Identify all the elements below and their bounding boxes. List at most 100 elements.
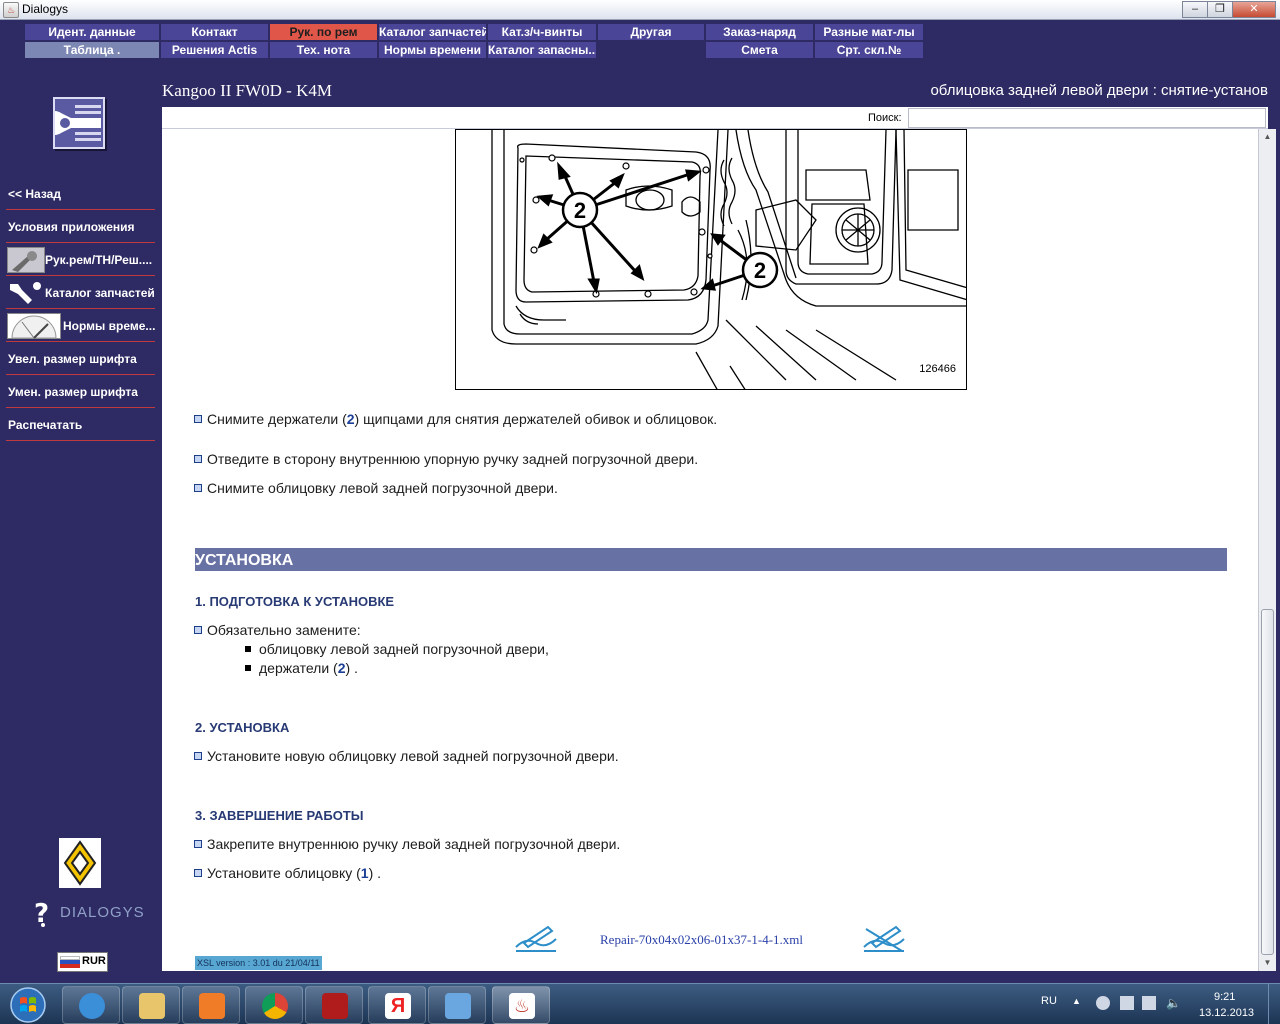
sidebar-font-bigger[interactable]: Увел. размер шрифта — [6, 343, 155, 375]
step-text: ) . — [368, 865, 382, 881]
sidebar-parts-catalog[interactable]: Каталог запчастей — [6, 277, 155, 309]
window-titlebar: ♨ Dialogys ‒ ❐ ✕ — [0, 0, 1280, 20]
sidebar-repair-manual[interactable]: Рук.рем/ТН/Реш.... — [6, 244, 155, 276]
sidebar-print[interactable]: Распечатать — [6, 409, 155, 441]
maximize-button[interactable]: ❐ — [1207, 1, 1233, 18]
brand-name: DIALOGYS — [60, 904, 145, 921]
figure-number: 126466 — [919, 363, 956, 375]
taskbar: Я ♨ RU ▲ 🔈 9:21 13.12.2013 — [0, 983, 1280, 1024]
sidebar-label: Нормы време... — [63, 319, 155, 333]
step-text: Закрепите внутреннюю ручку левой задней … — [207, 836, 621, 852]
menu-contact[interactable]: Контакт — [161, 24, 268, 40]
taskbar-java[interactable]: ♨ — [492, 986, 550, 1024]
sidebar-label: Каталог запчастей — [45, 286, 155, 300]
menu-work-order[interactable]: Заказ-наряд — [706, 24, 813, 40]
bullet-icon — [194, 869, 202, 877]
repair-thumb-icon — [7, 247, 45, 273]
bullet-icon — [194, 415, 202, 423]
sidebar-label: Рук.рем/ТН/Реш.... — [45, 253, 153, 267]
edit-pen-cancel-icon[interactable] — [862, 923, 906, 953]
source-file-name: Repair-70x04x02x06-01x37-1-4-1.xml — [600, 932, 804, 947]
callout-label: 2 — [754, 258, 766, 283]
steam-icon[interactable] — [1096, 996, 1110, 1010]
edit-pen-icon[interactable] — [514, 923, 558, 953]
volume-icon[interactable]: 🔈 — [1166, 996, 1181, 1010]
currency-label: RUR — [82, 955, 106, 967]
sidebar-font-smaller[interactable]: Умен. размер шрифта — [6, 376, 155, 408]
java-icon: ♨ — [509, 993, 535, 1019]
menu-repair-manual[interactable]: Рук. по рем — [270, 24, 377, 40]
menu-parts-screws[interactable]: Кат.з/ч-винты — [488, 24, 596, 40]
sidebar-conditions[interactable]: Условия приложения — [6, 211, 155, 243]
menu-actis-solutions[interactable]: Решения Actis — [161, 42, 268, 58]
taskbar-media[interactable] — [182, 986, 240, 1024]
dialogys-logo: ? DIALOGYS — [34, 898, 145, 929]
taskbar-ie[interactable] — [62, 986, 120, 1024]
taskbar-kaspersky[interactable] — [305, 986, 363, 1024]
step-heading: 3. ЗАВЕРШЕНИЕ РАБОТЫ — [195, 808, 364, 823]
network-icon[interactable] — [1120, 996, 1134, 1010]
wrench-logo-icon — [42, 97, 105, 149]
window-title: Dialogys — [22, 2, 69, 16]
folder-icon — [139, 993, 165, 1019]
sidebar-back[interactable]: << Назад — [6, 178, 155, 210]
menu-warehouse-no[interactable]: Срт. скл.№ — [815, 42, 923, 58]
bullet-icon — [194, 626, 202, 634]
step-text: Снимите облицовку левой задней погрузочн… — [207, 480, 558, 496]
content-scrollbar[interactable]: ▲ ▼ — [1258, 129, 1276, 971]
taskbar-audio[interactable] — [428, 986, 486, 1024]
language-indicator[interactable]: RU — [1041, 995, 1057, 1007]
bullet-icon — [194, 455, 202, 463]
menu-parts-catalog[interactable]: Каталог запчастей — [379, 24, 486, 40]
list-item: Обязательно замените: — [194, 622, 361, 638]
document-content: 2 2 126466 Снимите держатели (2) щипцами… — [162, 129, 1258, 971]
bullet-icon — [194, 752, 202, 760]
clock-time[interactable]: 9:21 — [1214, 991, 1235, 1003]
ie-icon — [79, 993, 105, 1019]
show-desktop-button[interactable] — [1268, 984, 1280, 1024]
chrome-icon — [262, 993, 288, 1019]
menu-estimate[interactable]: Смета — [706, 42, 813, 58]
menu-time-norms[interactable]: Нормы времени — [379, 42, 486, 58]
scroll-down-arrow-icon[interactable]: ▼ — [1259, 955, 1276, 971]
taskbar-yandex[interactable]: Я — [368, 986, 426, 1024]
menu-spare-catalog[interactable]: Каталог запасны... — [488, 42, 596, 58]
flag-tray-icon[interactable] — [1142, 996, 1156, 1010]
ref-number[interactable]: 2 — [338, 660, 346, 676]
taskbar-chrome[interactable] — [245, 986, 303, 1024]
minimize-button[interactable]: ‒ — [1182, 1, 1208, 18]
close-button[interactable]: ✕ — [1232, 1, 1276, 18]
kaspersky-icon — [322, 993, 348, 1019]
bullet-icon — [245, 665, 251, 671]
list-item: Снимите держатели (2) щипцами для снятия… — [194, 411, 717, 427]
search-input[interactable] — [908, 108, 1266, 128]
menu-ident-data[interactable]: Идент. данные — [25, 24, 159, 40]
callout-label: 2 — [574, 198, 586, 223]
scroll-thumb[interactable] — [1261, 609, 1274, 955]
menu-misc-materials[interactable]: Разные мат-лы — [815, 24, 923, 40]
ref-number[interactable]: 1 — [361, 865, 369, 881]
speaker-icon — [445, 993, 471, 1019]
scroll-up-arrow-icon[interactable]: ▲ — [1259, 129, 1276, 145]
taskbar-explorer[interactable] — [122, 986, 180, 1024]
step-text: ) щипцами для снятия держателей обивок и… — [354, 411, 718, 427]
media-icon — [199, 993, 225, 1019]
currency-flag[interactable]: RUR — [57, 952, 108, 972]
bullet-icon — [194, 840, 202, 848]
list-item: Установите новую облицовку левой задней … — [194, 748, 619, 764]
list-item: Закрепите внутреннюю ручку левой задней … — [194, 836, 620, 852]
menu-other[interactable]: Другая — [598, 24, 704, 40]
stopwatch-icon — [7, 313, 61, 339]
xsl-version: XSL version : 3.01 du 21/04/11 — [195, 956, 322, 970]
ref-number[interactable]: 2 — [347, 411, 355, 427]
start-button[interactable] — [2, 985, 54, 1024]
menu-tech-note[interactable]: Тех. нота — [270, 42, 377, 58]
bullet-icon — [194, 484, 202, 492]
door-diagram: 2 2 126466 — [455, 129, 967, 390]
tray-expand-icon[interactable]: ▲ — [1072, 996, 1086, 1010]
clock-date[interactable]: 13.12.2013 — [1199, 1007, 1254, 1019]
menu-table[interactable]: Таблица . — [25, 42, 159, 58]
sidebar-time-norms[interactable]: Нормы време... — [6, 310, 155, 342]
list-item: Снимите облицовку левой задней погрузочн… — [194, 480, 558, 496]
step-text: держатели ( — [259, 660, 338, 676]
